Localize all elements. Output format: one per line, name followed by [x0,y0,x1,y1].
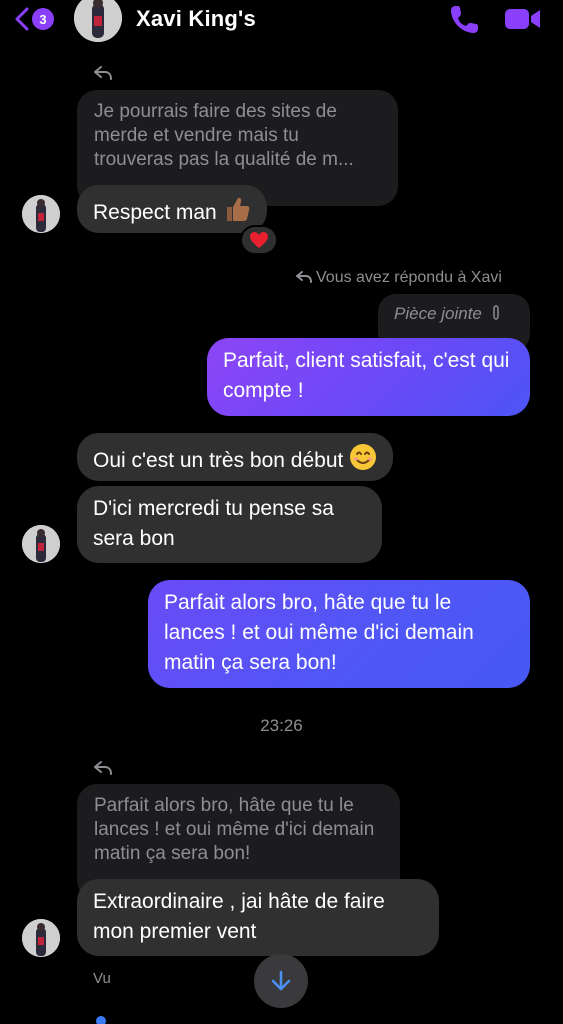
message-timestamp: 23:26 [260,716,303,735]
reply-icon [295,271,312,283]
contact-avatar[interactable] [74,0,122,42]
contact-name[interactable]: Xavi King's [136,6,256,32]
scroll-to-bottom-button[interactable] [254,954,308,1008]
reply-icon [94,761,112,775]
outgoing-message[interactable]: Parfait alors bro, hâte que tu le lances… [148,580,530,688]
arrow-down-icon [271,970,291,991]
unread-badge: 3 [32,8,54,30]
back-button[interactable]: 3 [14,4,62,34]
heart-icon [250,232,268,248]
chevron-left-icon [15,7,29,31]
sender-avatar[interactable] [22,525,60,563]
reply-note: Vous avez répondu à Xavi [295,269,502,287]
incoming-message[interactable]: Extraordinaire , jai hâte de faire mon p… [77,879,439,956]
reply-icon [94,66,112,80]
thumbs-up-icon [226,197,249,221]
video-camera-icon[interactable] [504,4,542,34]
smiling-face-icon [350,444,377,470]
incoming-message[interactable]: Respect man [77,185,267,233]
sender-avatar[interactable] [22,919,60,957]
phone-icon[interactable] [448,2,482,36]
reaction-badge[interactable] [240,225,278,255]
paperclip-icon [492,305,499,320]
incoming-message[interactable]: Oui c'est un très bon début [77,433,394,481]
incoming-message[interactable]: D'ici mercredi tu pense sa sera bon [77,486,382,563]
chat-header: 3 Xavi King's [0,0,563,44]
outgoing-message[interactable]: Parfait, client satisfait, c'est qui com… [207,338,530,416]
sender-avatar[interactable] [22,195,60,233]
chat-screen: 3 Xavi King's Je pourrais faire des site… [0,0,563,1024]
seen-status: Vu [93,970,111,987]
typing-indicator-edge [96,1016,106,1024]
